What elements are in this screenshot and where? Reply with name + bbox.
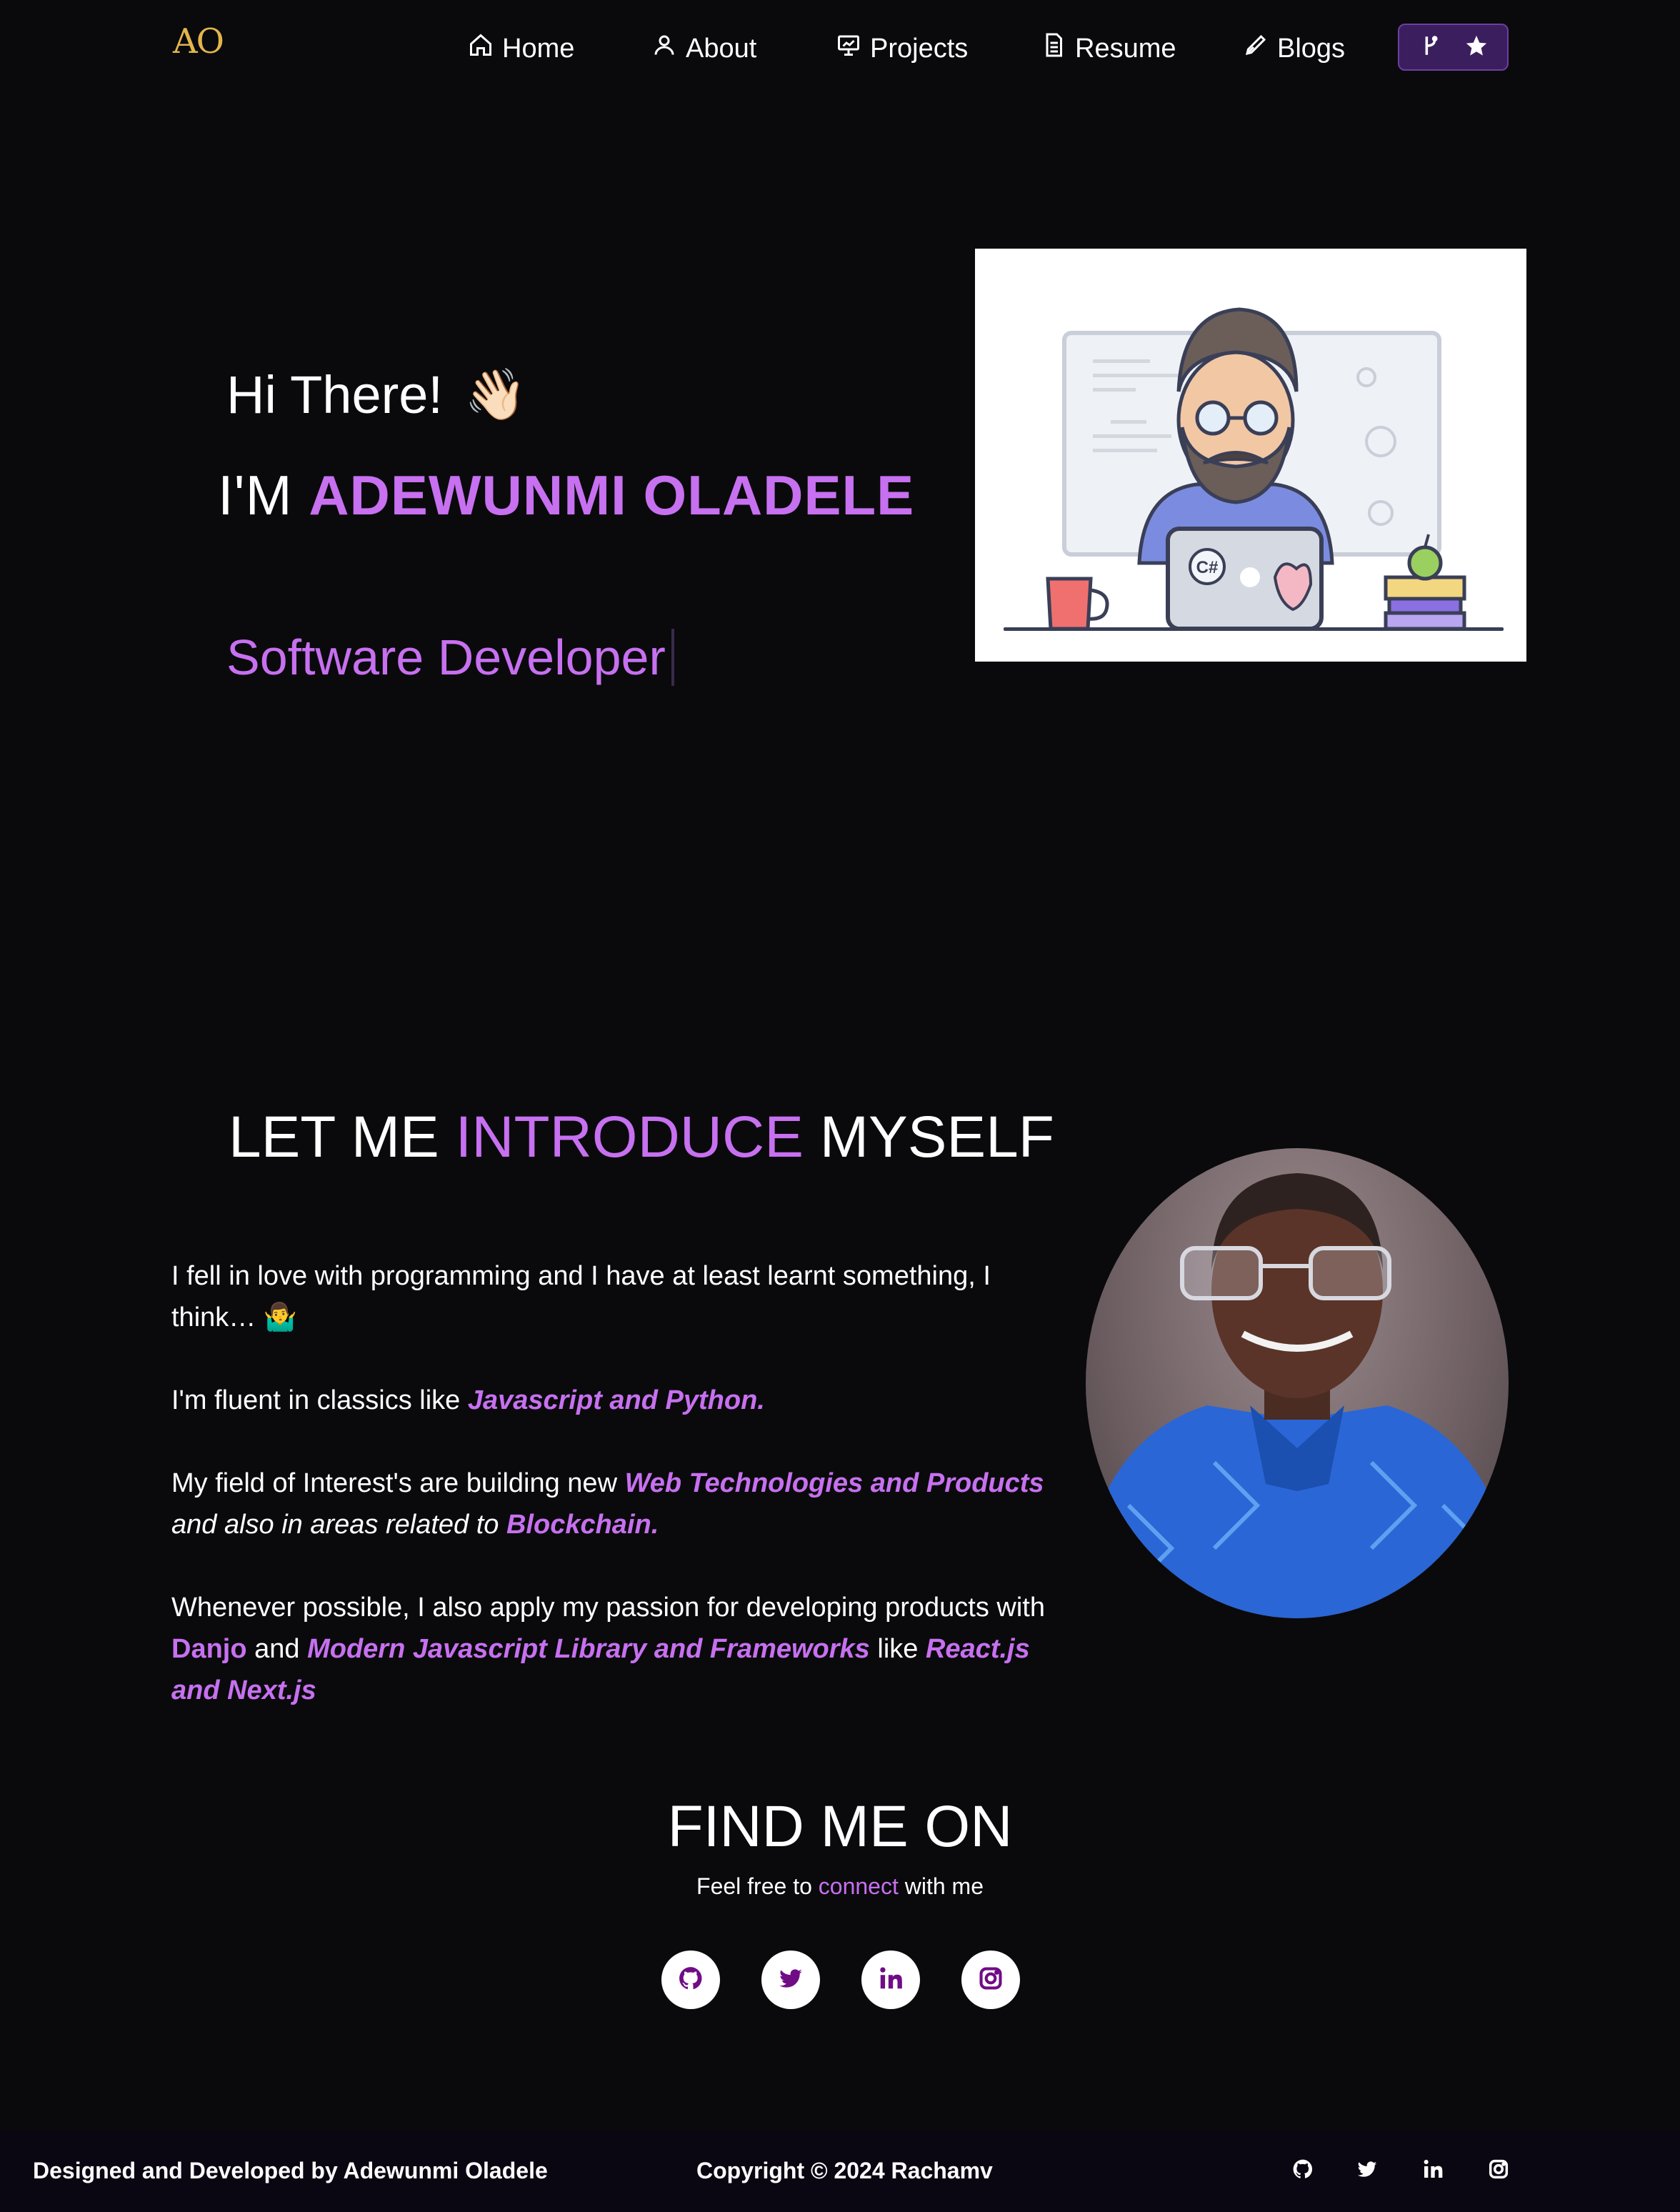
nav-resume[interactable]: Resume [1041, 27, 1176, 70]
footer-linkedin-link[interactable] [1420, 2158, 1446, 2183]
document-icon [1041, 32, 1066, 65]
im-prefix: I'M [218, 464, 309, 527]
connect-link[interactable]: connect [819, 1873, 899, 1899]
star-icon [1464, 34, 1489, 61]
wave-emoji: 👋🏻 [464, 366, 527, 422]
svg-text:C#: C# [1196, 558, 1219, 577]
footer-instagram-link[interactable] [1486, 2158, 1511, 2183]
hero-role: Software Developer [226, 629, 674, 686]
hero-greeting: Hi There! 👋🏻 [226, 364, 526, 425]
nav-about[interactable]: About [651, 27, 756, 70]
nav-projects-label: Projects [870, 33, 969, 64]
github-star-button[interactable] [1398, 24, 1509, 71]
footer-github-link[interactable] [1290, 2158, 1316, 2183]
twitter-link[interactable] [761, 1951, 820, 2009]
typewriter-cursor [671, 629, 674, 686]
git-fork-icon [1419, 34, 1443, 61]
linkedin-link[interactable] [861, 1951, 920, 2009]
nav-about-label: About [686, 33, 757, 64]
find-sub-c: with me [898, 1873, 984, 1899]
home-icon [468, 32, 494, 65]
find-sub-a: Feel free to [696, 1873, 819, 1899]
nav-blogs-label: Blogs [1277, 33, 1346, 64]
footer: Designed and Developed by Adewunmi Olade… [0, 2131, 1680, 2212]
github-icon [677, 1965, 704, 1996]
twitter-icon [1356, 2158, 1379, 2184]
instagram-icon [977, 1965, 1004, 1996]
p3-text-2: and also in areas related to [171, 1510, 506, 1540]
projects-icon [836, 32, 861, 65]
github-link[interactable] [661, 1951, 720, 2009]
p4-highlight-frameworks: Modern Javascript Library and Frameworks [307, 1634, 870, 1664]
linkedin-icon [877, 1965, 904, 1996]
p3-text: My field of Interest's are building new [171, 1468, 625, 1498]
logo[interactable]: AO [173, 21, 224, 61]
hero-name-heading: I'M ADEWUNMI OLADELE [218, 463, 914, 528]
p4-and: and [246, 1634, 308, 1664]
footer-copyright: Copyright © 2024 Rachamv [696, 2158, 993, 2183]
p2-text: I'm fluent in classics like [171, 1385, 468, 1415]
p3-highlight-blockchain: Blockchain. [506, 1510, 659, 1540]
pen-icon [1243, 32, 1269, 65]
user-icon [651, 32, 677, 65]
twitter-icon [777, 1965, 804, 1996]
intro-paragraph-2: I'm fluent in classics like Javascript a… [171, 1380, 1064, 1421]
intro-title-c: MYSELF [803, 1105, 1054, 1170]
footer-credit: Designed and Developed by Adewunmi Olade… [33, 2158, 548, 2183]
hero-name: ADEWUNMI OLADELE [309, 464, 915, 527]
intro-body: I fell in love with programming and I ha… [171, 1255, 1064, 1753]
avatar [1086, 1148, 1509, 1618]
find-me-subtitle: Feel free to connect with me [0, 1873, 1680, 1900]
p3-highlight-web: Web Technologies and Products [624, 1468, 1044, 1498]
intro-paragraph-1: I fell in love with programming and I ha… [171, 1261, 991, 1332]
role-text: Software Developer [226, 629, 666, 685]
intro-paragraph-4: Whenever possible, I also apply my passi… [171, 1587, 1064, 1711]
intro-title: LET ME INTRODUCE MYSELF [229, 1104, 1054, 1171]
linkedin-icon [1421, 2158, 1444, 2184]
footer-twitter-link[interactable] [1354, 2158, 1380, 2183]
instagram-icon [1487, 2158, 1510, 2184]
developer-illustration: C# [975, 249, 1526, 662]
intro-title-highlight: INTRODUCE [455, 1105, 804, 1170]
p4-text: Whenever possible, I also apply my passi… [171, 1593, 1045, 1623]
nav-projects[interactable]: Projects [836, 27, 968, 70]
navbar: AO Home About Projects Resume Blogs [0, 0, 1680, 93]
p4-highlight-danjo: Danjo [171, 1634, 247, 1664]
nav-blogs[interactable]: Blogs [1243, 27, 1345, 70]
instagram-link[interactable] [961, 1951, 1020, 2009]
nav-resume-label: Resume [1075, 33, 1176, 64]
p2-highlight: Javascript and Python. [467, 1385, 765, 1415]
nav-home-label: Home [502, 33, 575, 64]
github-icon [1291, 2158, 1314, 2184]
intro-title-a: LET ME [229, 1105, 456, 1170]
intro-paragraph-3: My field of Interest's are building new … [171, 1463, 1064, 1545]
find-me-title: FIND ME ON [667, 1794, 1013, 1859]
nav-home[interactable]: Home [468, 27, 574, 70]
p4-like: like [869, 1634, 926, 1664]
greeting-text: Hi There! [226, 365, 443, 424]
